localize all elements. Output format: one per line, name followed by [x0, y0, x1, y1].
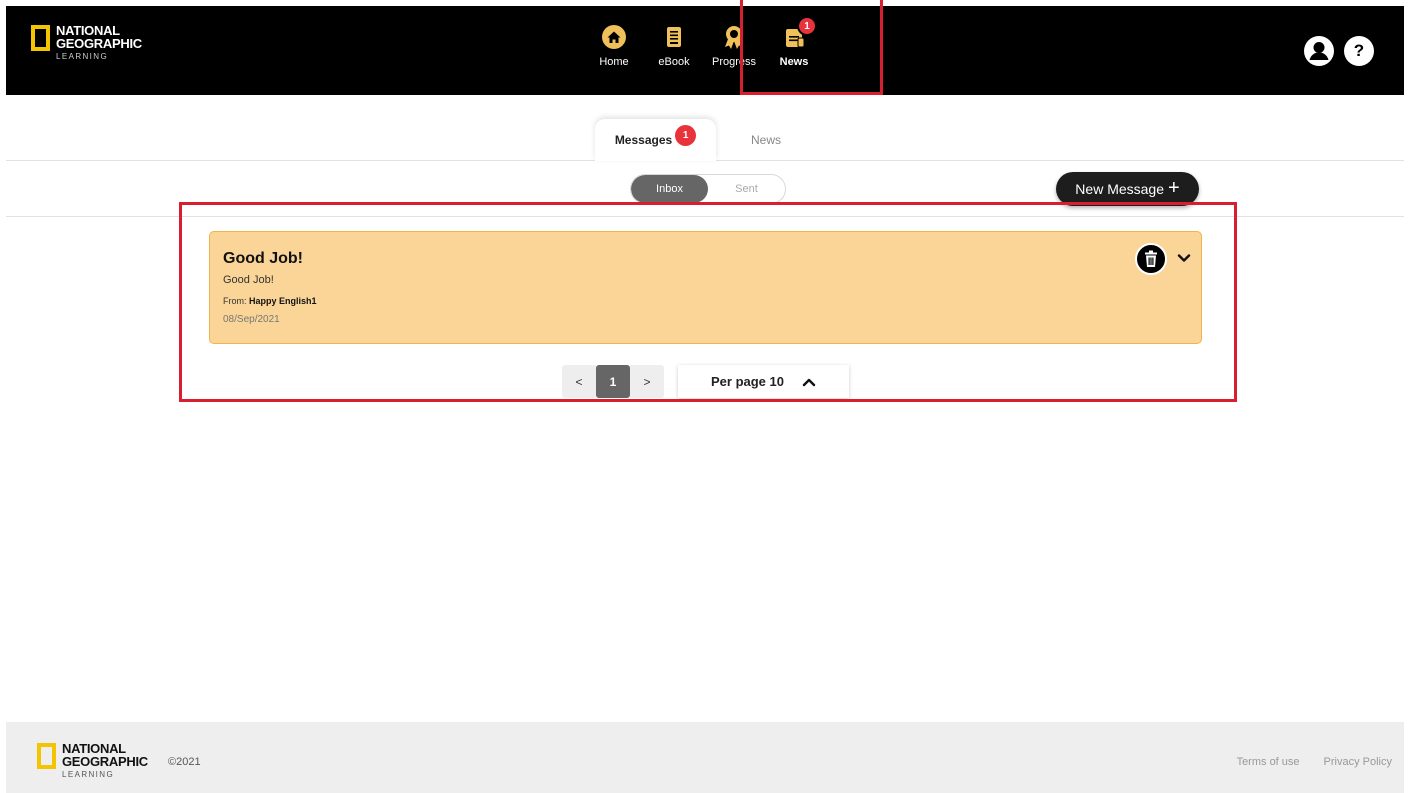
current-page-button[interactable]: 1	[596, 365, 630, 398]
chevron-up-icon	[802, 378, 816, 386]
nav-home[interactable]: Home	[584, 22, 644, 68]
nav-ebook-label: eBook	[658, 56, 690, 68]
main-nav: Home eBook Progress 1 News	[584, 16, 824, 68]
message-from-label: From:	[223, 296, 247, 306]
tab-news-label: News	[750, 133, 781, 147]
message-from: From: Happy English1	[223, 296, 317, 306]
footer: NATIONAL GEOGRAPHIC LEARNING ©2021 Terms…	[6, 722, 1404, 793]
nav-progress-label: Progress	[711, 56, 757, 68]
inbox-sent-toggle: Inbox Sent	[630, 174, 786, 204]
footer-logo-word-geographic: GEOGRAPHIC	[62, 754, 148, 769]
toggle-sent[interactable]: Sent	[708, 175, 785, 203]
progress-icon	[722, 22, 746, 52]
prev-page-button[interactable]: <	[562, 365, 596, 398]
natgeo-logo[interactable]: NATIONAL GEOGRAPHIC LEARNING	[31, 24, 142, 61]
nav-news[interactable]: 1 News	[764, 16, 824, 68]
help-glyph: ?	[1353, 41, 1365, 60]
app-frame: NATIONAL GEOGRAPHIC LEARNING Home eBook	[6, 0, 1404, 793]
tabs-row: Messages 1 News	[6, 95, 1404, 161]
footer-natgeo-logo[interactable]: NATIONAL GEOGRAPHIC LEARNING	[37, 742, 148, 779]
next-page-button[interactable]: >	[630, 365, 664, 398]
logo-word-learning: LEARNING	[56, 52, 109, 61]
copyright: ©2021	[168, 756, 201, 768]
privacy-link[interactable]: Privacy Policy	[1324, 756, 1392, 768]
per-page-select[interactable]: Per page 10	[678, 365, 849, 398]
tab-messages[interactable]: Messages 1	[595, 119, 716, 161]
header-actions: ?	[1304, 36, 1374, 66]
news-badge: 1	[797, 16, 817, 36]
nav-progress[interactable]: Progress	[704, 22, 764, 68]
message-sender: Happy English1	[249, 296, 317, 306]
logo-word-geographic: GEOGRAPHIC	[56, 36, 142, 51]
message-title: Good Job!	[223, 250, 303, 267]
top-header: NATIONAL GEOGRAPHIC LEARNING Home eBook	[6, 6, 1404, 95]
nav-home-label: Home	[599, 56, 629, 68]
user-icon[interactable]	[1304, 36, 1334, 66]
tab-messages-label: Messages	[614, 133, 673, 147]
nav-ebook[interactable]: eBook	[644, 22, 704, 68]
help-icon[interactable]: ?	[1344, 36, 1374, 66]
pagination: < 1 >	[562, 365, 664, 398]
home-icon	[601, 22, 627, 52]
tab-news[interactable]: News	[716, 119, 816, 161]
inbox-toolbar: Inbox Sent New Message +	[6, 161, 1404, 217]
footer-logo-yellow-frame	[37, 743, 56, 769]
chevron-down-icon[interactable]	[1176, 250, 1192, 266]
logo-yellow-frame	[31, 25, 50, 51]
footer-logo-word-learning: LEARNING	[62, 770, 115, 779]
nav-news-label: News	[779, 56, 809, 68]
messages-badge: 1	[675, 124, 697, 146]
new-message-label: New Message	[1075, 181, 1164, 197]
message-date: 08/Sep/2021	[223, 314, 280, 325]
toggle-inbox[interactable]: Inbox	[631, 175, 708, 203]
message-card[interactable]: Good Job! Good Job! From: Happy English1…	[209, 231, 1202, 344]
footer-links: Terms of use Privacy Policy	[1237, 756, 1392, 768]
ebook-icon	[663, 22, 685, 52]
message-body: Good Job!	[223, 274, 274, 286]
new-message-button[interactable]: New Message +	[1056, 172, 1199, 206]
per-page-label: Per page 10	[711, 374, 784, 389]
terms-link[interactable]: Terms of use	[1237, 756, 1300, 768]
plus-icon: +	[1168, 177, 1180, 199]
trash-icon[interactable]	[1135, 243, 1167, 275]
